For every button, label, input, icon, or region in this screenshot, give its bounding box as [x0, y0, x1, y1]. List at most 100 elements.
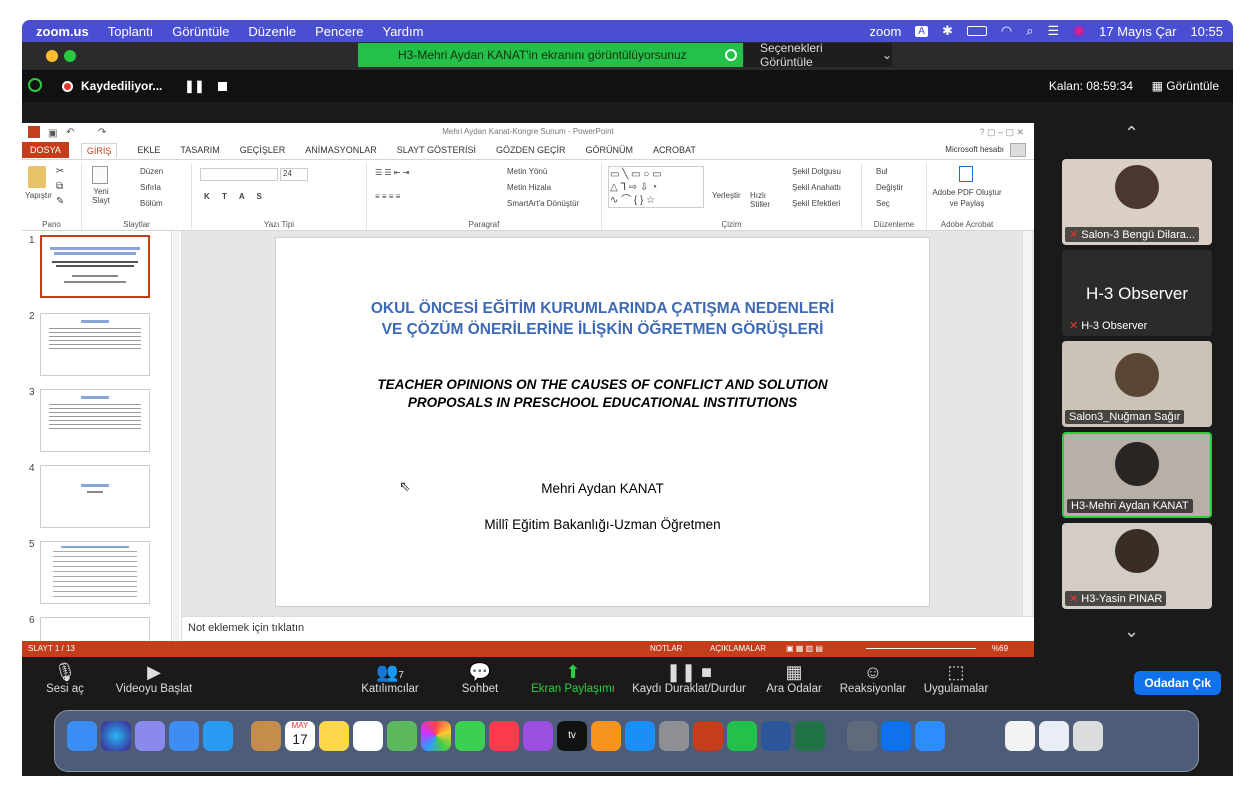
cut-icon[interactable]: ✂	[56, 166, 64, 177]
slide-thumbnail-5[interactable]	[40, 541, 150, 604]
chevron-up-icon[interactable]: ⌃	[1124, 123, 1139, 144]
format-painter-icon[interactable]: ✎	[56, 196, 64, 207]
participant-tile[interactable]: H-3 Observer ✕ H-3 Observer	[1062, 250, 1212, 336]
tab-animasyonlar[interactable]: ANİMASYONLAR	[305, 145, 377, 155]
tab-acrobat[interactable]: ACROBAT	[653, 145, 696, 155]
font-size-select[interactable]: 24	[280, 168, 308, 181]
menu-yardim[interactable]: Yardım	[383, 24, 424, 39]
music-icon[interactable]	[489, 721, 519, 751]
unmute-button[interactable]: 🎙 Sesi aç	[42, 661, 88, 695]
bullets-icon[interactable]: ☰ ☰ ⇤ ⇥	[375, 168, 409, 177]
section-button[interactable]: Bölüm	[140, 199, 163, 208]
participant-tile[interactable]: Salon3_Nuğman Sağır	[1062, 341, 1212, 427]
notes-pane[interactable]: Not eklemek için tıklatın	[182, 616, 1034, 641]
notes-icon[interactable]	[319, 721, 349, 751]
zoom-status-icon[interactable]: zoom	[869, 24, 901, 39]
tab-dosya[interactable]: DOSYA	[22, 142, 69, 158]
podcasts-icon[interactable]	[523, 721, 553, 751]
zoom-window-button[interactable]	[64, 50, 76, 62]
reminders-icon[interactable]	[353, 721, 383, 751]
siri-icon[interactable]	[1073, 25, 1086, 37]
current-slide[interactable]: OKUL ÖNCESİ EĞİTİM KURUMLARINDA ÇATIŞMA …	[275, 237, 930, 607]
word-icon[interactable]	[761, 721, 791, 751]
zoom-app-icon[interactable]	[881, 721, 911, 751]
safari-icon[interactable]	[203, 721, 233, 751]
app-store-icon[interactable]	[625, 721, 655, 751]
quick-styles-button[interactable]: Hızlı Stiller	[750, 191, 776, 209]
maps-icon[interactable]	[387, 721, 417, 751]
layout-button[interactable]: Düzen	[140, 167, 163, 176]
view-buttons[interactable]: ▣ ▦ ▥ ▤	[786, 641, 823, 657]
apps-button[interactable]: ⬚ Uygulamalar	[921, 661, 991, 695]
keyboard-input-icon[interactable]: A	[915, 25, 928, 37]
powerpoint-icon[interactable]	[693, 721, 723, 751]
replace-button[interactable]: Değiştir	[876, 183, 903, 192]
document-icon[interactable]	[1039, 721, 1069, 751]
security-icon[interactable]	[28, 78, 42, 92]
slide-thumbnail-2[interactable]	[40, 313, 150, 376]
pdf-icon[interactable]	[959, 166, 973, 182]
comments-button[interactable]: AÇIKLAMALAR	[710, 641, 766, 657]
participant-tile[interactable]: ✕ H3-Yasin PINAR	[1062, 523, 1212, 609]
menu-toplanti[interactable]: Toplantı	[108, 24, 154, 39]
chat-button[interactable]: 💬 Sohbet	[458, 661, 502, 695]
tab-tasarim[interactable]: TASARIM	[180, 145, 219, 155]
mail-icon[interactable]	[169, 721, 199, 751]
stop-recording-icon[interactable]	[218, 81, 228, 91]
arrange-button[interactable]: Yerleştir	[712, 191, 741, 200]
excel-icon[interactable]	[795, 721, 825, 751]
books-icon[interactable]	[591, 721, 621, 751]
slide-thumbnail-3[interactable]	[40, 389, 150, 452]
slide-scrollbar[interactable]	[1022, 231, 1032, 616]
menu-pencere[interactable]: Pencere	[315, 24, 363, 39]
slide-thumbnail-4[interactable]	[40, 465, 150, 528]
account-link[interactable]: Microsoft hesabı	[945, 145, 1004, 154]
siri-app-icon[interactable]	[101, 721, 131, 751]
view-button[interactable]: ▦ Görüntüle	[1152, 79, 1219, 93]
window-controls[interactable]: ? ▢ – ▢ ✕	[979, 123, 1024, 141]
wifi-icon[interactable]: ◠	[1001, 23, 1012, 39]
shape-fill-button[interactable]: Şekil Dolgusu	[792, 167, 841, 176]
pause-recording-icon[interactable]: ❚❚	[184, 79, 204, 93]
document-icon[interactable]	[1005, 721, 1035, 751]
zoom-meeting-icon[interactable]	[915, 721, 945, 751]
participant-tile[interactable]: ✕ Salon-3 Bengü Dilara...	[1062, 159, 1212, 245]
tab-gorunum[interactable]: GÖRÜNÜM	[585, 145, 633, 155]
view-options-button[interactable]: Seçenekleri Görüntüle ⌄	[744, 41, 892, 69]
calendar-icon[interactable]: MAY 17	[285, 721, 315, 751]
participants-button[interactable]: 👥7 Katılımcılar	[358, 661, 422, 695]
facetime-icon[interactable]	[727, 721, 757, 751]
leave-button[interactable]: Odadan Çık	[1134, 671, 1221, 695]
messages-icon[interactable]	[455, 721, 485, 751]
breakout-rooms-button[interactable]: ▦ Ara Odalar	[764, 661, 824, 695]
align-icons[interactable]: ≡ ≡ ≡ ≡	[375, 192, 400, 201]
paste-button[interactable]: Yapıştır	[25, 191, 52, 200]
copy-icon[interactable]: ⧉	[56, 181, 63, 192]
slide-institution[interactable]: Millî Eğitim Bakanlığı-Uzman Öğretmen	[276, 517, 929, 532]
menu-duzenle[interactable]: Düzenle	[248, 24, 296, 39]
launchpad-icon[interactable]	[135, 721, 165, 751]
slide-author[interactable]: Mehri Aydan KANAT	[276, 481, 929, 496]
slide-thumbnail-1[interactable]	[40, 235, 150, 298]
text-direction-button[interactable]: Metin Yönü	[507, 167, 547, 176]
bluetooth-icon[interactable]: ✱	[942, 23, 953, 39]
finder-icon[interactable]	[67, 721, 97, 751]
notes-button[interactable]: NOTLAR	[650, 641, 682, 657]
reset-button[interactable]: Sıfırla	[140, 183, 161, 192]
tab-slayt-gosterisi[interactable]: SLAYT GÖSTERİSİ	[397, 145, 476, 155]
start-video-button[interactable]: ▶ Videoyu Başlat	[114, 661, 194, 695]
photos-icon[interactable]	[421, 721, 451, 751]
redo-icon[interactable]: ↷	[98, 124, 106, 142]
find-button[interactable]: Bul	[876, 167, 888, 176]
new-slide-button[interactable]: Yeni Slayt	[86, 187, 116, 205]
slide-thumbnail-6[interactable]	[40, 617, 150, 641]
system-preferences-icon[interactable]	[659, 721, 689, 751]
spotlight-icon[interactable]: ⌕	[1026, 23, 1033, 39]
reactions-button[interactable]: ☺ Reaksiyonlar	[837, 661, 909, 695]
participant-tile-active-speaker[interactable]: H3-Mehri Aydan KANAT	[1062, 432, 1212, 518]
zoom-level[interactable]: %69	[992, 641, 1008, 657]
minimize-button[interactable]	[46, 50, 58, 62]
tab-gozden-gecir[interactable]: GÖZDEN GEÇİR	[496, 145, 566, 155]
thumb-scrollbar[interactable]	[171, 231, 179, 641]
quicktime-icon[interactable]	[847, 721, 877, 751]
